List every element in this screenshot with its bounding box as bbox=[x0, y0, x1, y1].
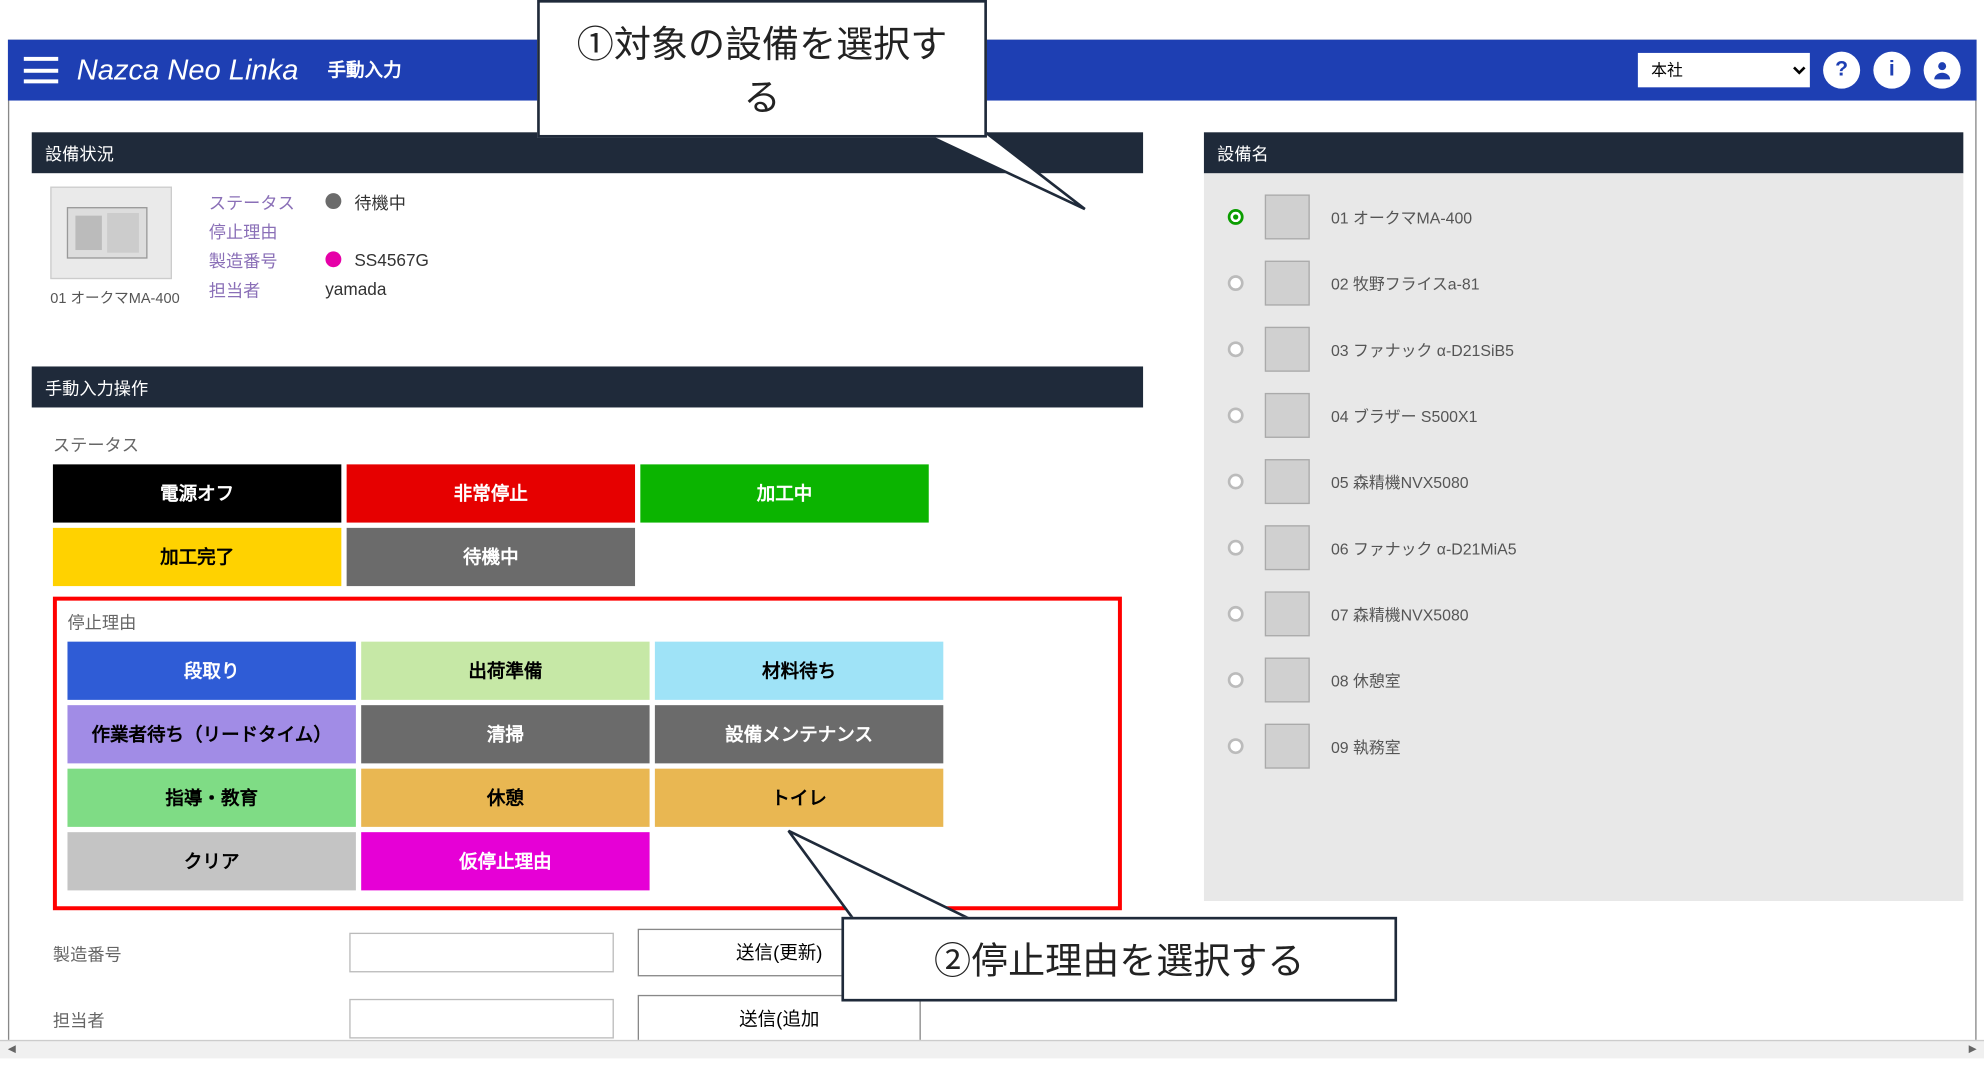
status-button[interactable]: 電源オフ bbox=[53, 464, 341, 522]
equipment-list-item[interactable]: 03 ファナック α-D21SiB5 bbox=[1204, 316, 1963, 382]
serial-value: SS4567G bbox=[354, 249, 429, 269]
equipment-list: 01 オークマMA-400 02 牧野フライスa-81 03 ファナック α-D21… bbox=[1204, 173, 1963, 901]
equipment-list-item[interactable]: 05 森精機NVX5080 bbox=[1204, 448, 1963, 514]
status-label: ステータス bbox=[209, 189, 312, 214]
radio-icon[interactable] bbox=[1228, 606, 1244, 622]
page-title: 手動入力 bbox=[328, 57, 402, 83]
scroll-left-icon[interactable]: ◄ bbox=[5, 1043, 18, 1058]
reason-section-label: 停止理由 bbox=[67, 609, 1107, 634]
equipment-label: 05 森精機NVX5080 bbox=[1331, 470, 1469, 492]
reason-button[interactable]: 段取り bbox=[67, 642, 355, 700]
equipment-list-item[interactable]: 04 ブラザー S500X1 bbox=[1204, 382, 1963, 448]
equipment-thumb bbox=[1265, 724, 1310, 769]
equipment-label: 04 ブラザー S500X1 bbox=[1331, 404, 1478, 426]
radio-icon[interactable] bbox=[1228, 738, 1244, 754]
equipment-list-item[interactable]: 08 休憩室 bbox=[1204, 647, 1963, 713]
info-icon[interactable]: i bbox=[1873, 52, 1910, 89]
equipment-label: 06 ファナック α-D21MiA5 bbox=[1331, 536, 1517, 558]
equipment-thumb bbox=[1265, 459, 1310, 504]
equipment-thumb bbox=[1265, 591, 1310, 636]
radio-icon[interactable] bbox=[1228, 474, 1244, 490]
callout-step2: ②停止理由を選択する bbox=[841, 917, 1397, 1002]
stop-reason-label: 停止理由 bbox=[209, 218, 312, 243]
send-add-button[interactable]: 送信(追加 bbox=[638, 995, 921, 1043]
equipment-thumb bbox=[1265, 194, 1310, 239]
scroll-right-icon[interactable]: ► bbox=[1966, 1043, 1979, 1058]
equipment-label: 07 森精機NVX5080 bbox=[1331, 603, 1469, 625]
status-section-label: ステータス bbox=[53, 431, 1122, 456]
reason-button[interactable]: 休憩 bbox=[361, 769, 649, 827]
equipment-thumb bbox=[1265, 327, 1310, 372]
serial-input[interactable] bbox=[349, 933, 614, 973]
brand-title: Nazca Neo Linka bbox=[77, 53, 299, 87]
equipment-thumb bbox=[1265, 525, 1310, 570]
radio-icon[interactable] bbox=[1228, 672, 1244, 688]
callout-step1: ①対象の設備を選択する bbox=[537, 0, 987, 138]
radio-icon[interactable] bbox=[1228, 209, 1244, 225]
radio-icon[interactable] bbox=[1228, 341, 1244, 357]
equipment-list-item[interactable]: 02 牧野フライスa-81 bbox=[1204, 250, 1963, 316]
reason-button[interactable]: 作業者待ち（リードタイム） bbox=[67, 705, 355, 763]
equipment-label: 02 牧野フライスa-81 bbox=[1331, 272, 1480, 294]
radio-icon[interactable] bbox=[1228, 407, 1244, 423]
person-form-label: 担当者 bbox=[53, 1006, 156, 1031]
equipment-label: 08 休憩室 bbox=[1331, 669, 1401, 691]
equipment-thumb bbox=[1265, 658, 1310, 703]
reason-button[interactable]: 設備メンテナンス bbox=[655, 705, 943, 763]
person-input[interactable] bbox=[349, 999, 614, 1039]
status-button[interactable]: 加工中 bbox=[640, 464, 928, 522]
radio-icon[interactable] bbox=[1228, 275, 1244, 291]
equipment-thumb bbox=[1265, 261, 1310, 306]
equipment-list-item[interactable]: 06 ファナック α-D21MiA5 bbox=[1204, 515, 1963, 581]
person-label: 担当者 bbox=[209, 276, 312, 301]
status-dot-icon bbox=[325, 193, 341, 209]
machine-name: 01 オークマMA-400 bbox=[50, 287, 179, 308]
reason-button[interactable]: 清掃 bbox=[361, 705, 649, 763]
serial-form-label: 製造番号 bbox=[53, 940, 156, 965]
person-value: yamada bbox=[325, 278, 386, 298]
menu-icon[interactable] bbox=[24, 57, 58, 83]
reason-button[interactable]: 出荷準備 bbox=[361, 642, 649, 700]
status-value: 待機中 bbox=[354, 189, 406, 214]
status-button[interactable]: 非常停止 bbox=[347, 464, 635, 522]
status-button[interactable]: 待機中 bbox=[347, 528, 635, 586]
status-button[interactable]: 加工完了 bbox=[53, 528, 341, 586]
radio-icon[interactable] bbox=[1228, 540, 1244, 556]
equipment-label: 03 ファナック α-D21SiB5 bbox=[1331, 338, 1514, 360]
equipment-label: 01 オークマMA-400 bbox=[1331, 206, 1472, 228]
location-select[interactable]: 本社 bbox=[1638, 53, 1810, 87]
horizontal-scrollbar[interactable]: ◄ ► bbox=[0, 1040, 1984, 1059]
equipment-label: 09 執務室 bbox=[1331, 735, 1401, 757]
equipment-list-item[interactable]: 01 オークマMA-400 bbox=[1204, 184, 1963, 250]
reason-button[interactable]: クリア bbox=[67, 832, 355, 890]
user-icon[interactable] bbox=[1924, 52, 1961, 89]
serial-dot-icon bbox=[325, 251, 341, 267]
equipment-list-header: 設備名 bbox=[1204, 132, 1963, 173]
machine-thumbnail bbox=[50, 187, 172, 280]
reason-button[interactable]: 指導・教育 bbox=[67, 769, 355, 827]
reason-button[interactable]: 材料待ち bbox=[655, 642, 943, 700]
equipment-list-item[interactable]: 09 執務室 bbox=[1204, 713, 1963, 779]
equipment-list-item[interactable]: 07 森精機NVX5080 bbox=[1204, 581, 1963, 647]
serial-label: 製造番号 bbox=[209, 247, 312, 272]
reason-button[interactable]: 仮停止理由 bbox=[361, 832, 649, 890]
help-icon[interactable]: ? bbox=[1823, 52, 1860, 89]
manual-input-header: 手動入力操作 bbox=[32, 366, 1143, 407]
equipment-thumb bbox=[1265, 393, 1310, 438]
